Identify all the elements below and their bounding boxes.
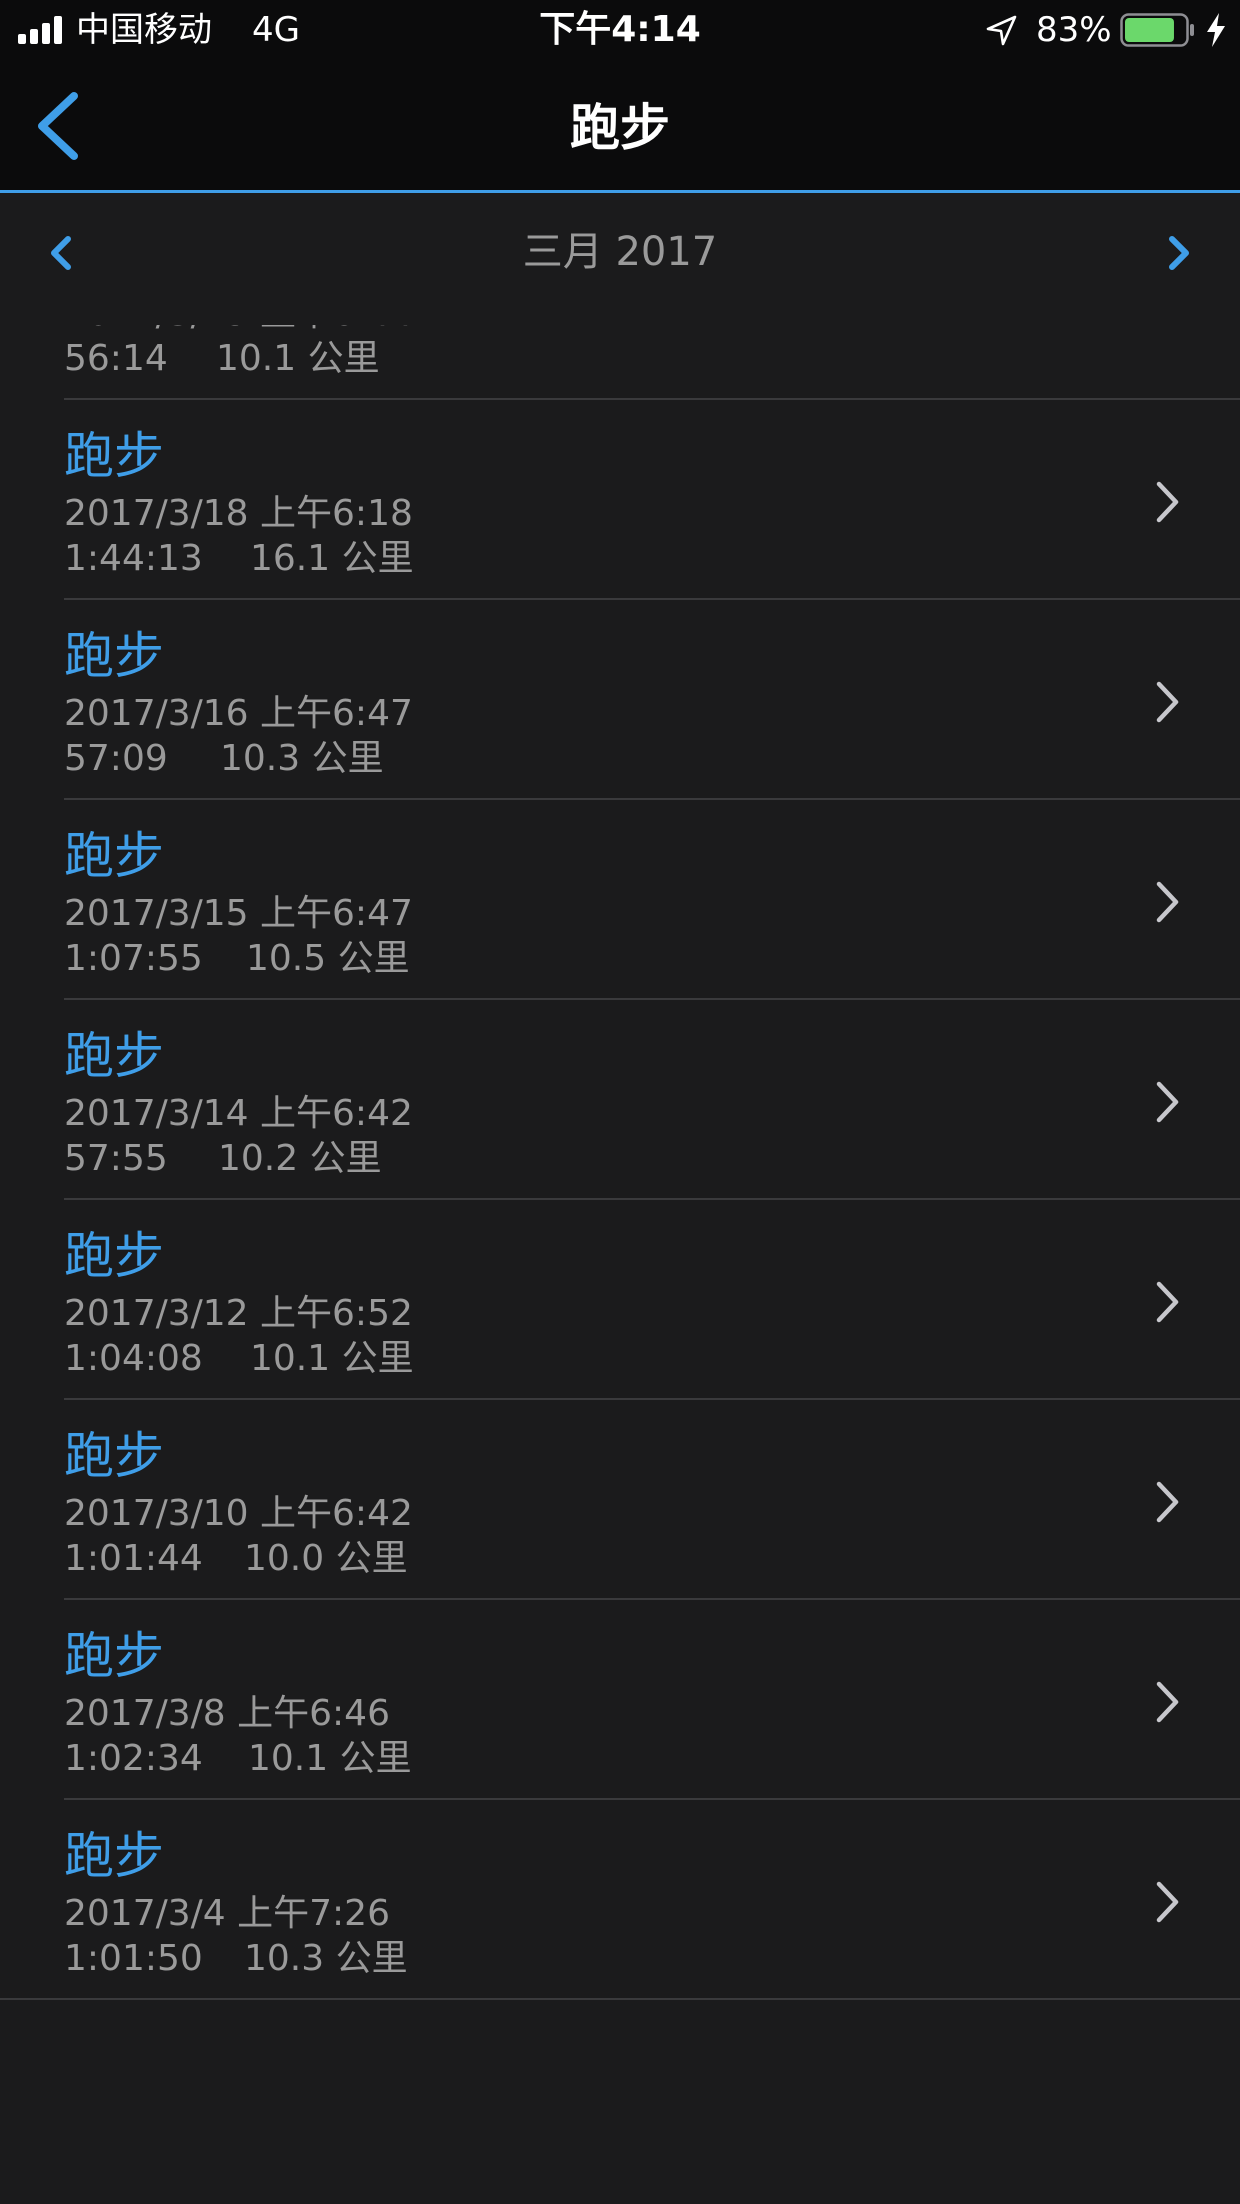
activity-datetime: 2017/3/19 上午6:44: [64, 325, 413, 336]
battery-icon: [1120, 13, 1194, 47]
activity-datetime: 2017/3/18 上午6:18: [64, 493, 413, 534]
activity-duration: 56:14: [64, 338, 168, 379]
activity-title: 跑步: [64, 627, 164, 685]
activity-row[interactable]: 跑步 2017/3/4 上午7:26 1:01:50 10.3 公里: [0, 1800, 1240, 2000]
chevron-right-icon: [1156, 681, 1179, 723]
activity-distance: 10.1 公里: [216, 338, 380, 379]
activity-distance: 16.1 公里: [250, 538, 414, 579]
activity-distance: 10.2 公里: [218, 1138, 382, 1179]
activity-datetime: 2017/3/8 上午6:46: [64, 1693, 390, 1734]
chevron-right-icon: [1156, 1481, 1179, 1523]
activity-datetime: 2017/3/12 上午6:52: [64, 1293, 413, 1334]
activity-duration: 57:55: [64, 1138, 168, 1179]
chevron-right-icon: [1156, 1081, 1179, 1123]
activity-row[interactable]: 跑步 2017/3/18 上午6:18 1:44:13 16.1 公里: [0, 400, 1240, 600]
activity-distance: 10.1 公里: [250, 1338, 414, 1379]
activity-title: 跑步: [64, 1827, 164, 1885]
activity-duration: 1:04:08: [64, 1338, 203, 1379]
activity-distance: 10.3 公里: [244, 1938, 408, 1979]
activity-title: 跑步: [64, 1227, 164, 1285]
activity-duration: 1:01:50: [64, 1938, 203, 1979]
activity-duration: 1:07:55: [64, 938, 203, 979]
page-title: 跑步: [570, 99, 670, 157]
chevron-right-icon: [1150, 325, 1184, 326]
activity-row[interactable]: 跑步 2017/3/15 上午6:47 1:07:55 10.5 公里: [0, 800, 1240, 1000]
activity-row[interactable]: 跑步 2017/3/8 上午6:46 1:02:34 10.1 公里: [0, 1600, 1240, 1800]
charging-bolt-icon: [1207, 13, 1225, 47]
month-selector: 三月 2017: [0, 193, 1240, 325]
chevron-right-icon: [1156, 1681, 1179, 1723]
activity-title: 跑步: [64, 1427, 164, 1485]
activity-list[interactable]: 跑步2017/3/19 上午6:4456:1410.1 公里跑步2017/3/1…: [0, 325, 1240, 2204]
chevron-right-icon: [1156, 1281, 1179, 1323]
activity-row[interactable]: 跑步 2017/3/14 上午6:42 57:55 10.2 公里: [0, 1000, 1240, 1200]
activity-duration: 1:44:13: [64, 538, 203, 579]
activity-row[interactable]: 跑步 2017/3/12 上午6:52 1:04:08 10.1 公里: [0, 1200, 1240, 1400]
battery-percent: 83%: [1036, 10, 1112, 50]
activity-distance: 10.3 公里: [220, 738, 384, 779]
chevron-right-icon: [1156, 1881, 1179, 1923]
activity-datetime: 2017/3/14 上午6:42: [64, 1093, 413, 1134]
activity-distance: 10.5 公里: [246, 938, 410, 979]
activity-title: 跑步: [64, 827, 164, 885]
activity-row[interactable]: 跑步2017/3/19 上午6:4456:1410.1 公里: [0, 325, 1240, 400]
navigation-bar: 跑步: [0, 62, 1240, 193]
location-arrow-icon: [986, 15, 1017, 46]
month-label: 三月 2017: [522, 229, 718, 275]
activity-duration: 1:01:44: [64, 1538, 203, 1579]
chevron-right-icon: [1156, 481, 1179, 523]
activity-title: 跑步: [64, 1027, 164, 1085]
next-month-chevron-icon[interactable]: [1158, 225, 1202, 281]
activity-row[interactable]: 跑步 2017/3/16 上午6:47 57:09 10.3 公里: [0, 600, 1240, 800]
status-bar: 中国移动 4G 下午4:14 83%: [0, 0, 1240, 62]
activity-duration: 57:09: [64, 738, 168, 779]
activity-duration: 1:02:34: [64, 1738, 203, 1779]
activity-title: 跑步: [64, 1627, 164, 1685]
chevron-right-icon: [1156, 881, 1179, 923]
activity-datetime: 2017/3/4 上午7:26: [64, 1893, 390, 1934]
activity-row[interactable]: 跑步 2017/3/10 上午6:42 1:01:44 10.0 公里: [0, 1400, 1240, 1600]
activity-title: 跑步: [64, 427, 164, 485]
activity-datetime: 2017/3/15 上午6:47: [64, 893, 413, 934]
activity-datetime: 2017/3/16 上午6:47: [64, 693, 413, 734]
activity-distance: 10.1 公里: [248, 1738, 412, 1779]
row-divider: [0, 1998, 1240, 2000]
activity-datetime: 2017/3/10 上午6:42: [64, 1493, 413, 1534]
activity-distance: 10.0 公里: [244, 1538, 408, 1579]
